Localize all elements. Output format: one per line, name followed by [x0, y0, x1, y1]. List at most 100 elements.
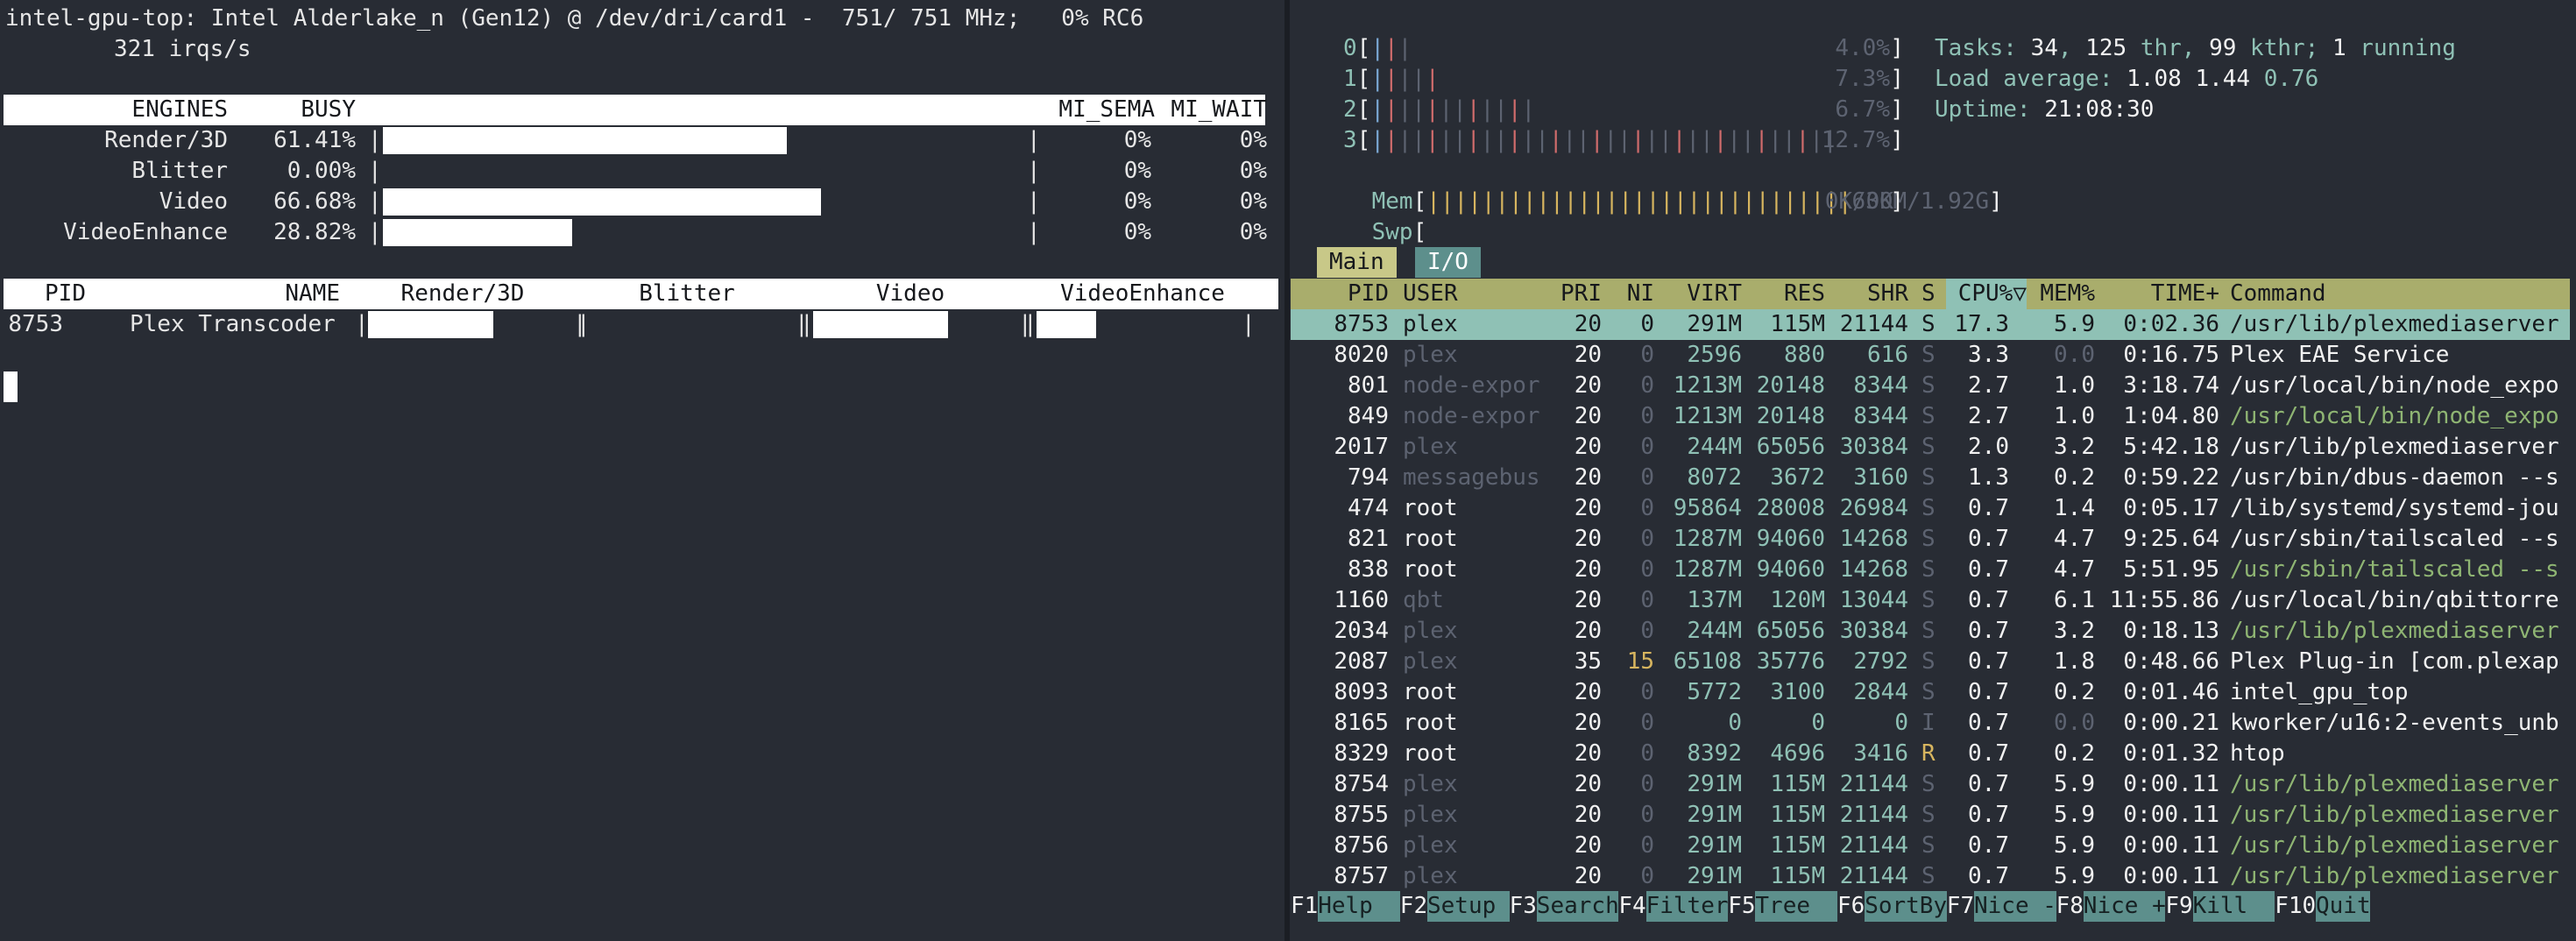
fkey-label-f2[interactable]: Setup — [1427, 891, 1510, 922]
process-state: I — [1921, 710, 1936, 736]
cpu-bar-tick: | — [1754, 127, 1769, 153]
table-row[interactable]: 8093 root 20 0 5772 3100 2844 S 0.7 0.2 0:01.46 int… — [1291, 677, 2570, 708]
process-priority: 20 — [1574, 464, 1602, 491]
engine-mi-wait: 0% — [1239, 188, 1267, 215]
column-cpu[interactable]: CPU%▽ — [1939, 279, 2027, 309]
process-res: 65056 — [1756, 434, 1825, 460]
column-state[interactable]: S — [1921, 279, 1936, 309]
fkey-label-f6[interactable]: SortBy — [1865, 891, 1947, 922]
table-row[interactable]: 8165 root 20 0 0 0 0 I 0.7 0.0 0:00.21 kworker/u16:… — [1291, 708, 2570, 739]
process-user: plex — [1403, 434, 1458, 460]
process-shr: 3160 — [1853, 464, 1908, 491]
process-res: 3100 — [1770, 679, 1825, 705]
process-command: htop — [2230, 740, 2285, 767]
load-average: Load average: 1.08 1.44 0.76 — [1935, 66, 2319, 92]
fkey-label-f4[interactable]: Filter — [1645, 891, 1729, 922]
table-row[interactable]: 8757 plex 20 0 291M 115M 21144 S 0.7 5.9 0:00.11/u… — [1291, 861, 2570, 892]
threads-count: 125 — [2085, 35, 2127, 61]
fkey-label-f9[interactable]: Kill — [2192, 891, 2275, 922]
column-mem[interactable]: MEM% — [2027, 279, 2095, 309]
table-row[interactable]: 2087 plex 35 15 65108 35776 2792 S 0.7 1.8 0:48.66… — [1291, 647, 2570, 677]
column-pid[interactable]: PID — [1291, 279, 1389, 309]
table-row[interactable]: 2034 plex 20 0 244M 65056 30384 S 0.7 3.2 0:18.13 /… — [1291, 616, 2570, 647]
column-user[interactable]: USER — [1403, 279, 1458, 309]
table-row[interactable]: 8755 plex 20 0 291M 115M 21144 S 0.7 5.9 0:00.11/u… — [1291, 800, 2570, 831]
engine-bar-close: | — [1027, 219, 1041, 245]
fkey-label-f10[interactable]: Quit — [2316, 891, 2371, 922]
process-shr: 0 — [1894, 710, 1908, 736]
cpu-bar-tick: | — [1370, 96, 1384, 123]
table-row[interactable]: 838 root 20 0 1287M 94060 14268 S 0.7 4.7 5:51.95 /… — [1291, 555, 2570, 585]
table-row[interactable]: 1160 qbt 20 0 137M 120M 13044 S 0.7 6.1 11:55.86/u… — [1291, 585, 2570, 616]
process-mem: 1.4 — [2054, 495, 2095, 521]
tab-main[interactable]: Main — [1317, 247, 1397, 278]
process-priority: 20 — [1574, 495, 1602, 521]
process-shr: 30384 — [1839, 618, 1908, 644]
column-time[interactable]: TIME+ — [2095, 279, 2219, 309]
process-virt: 291M — [1687, 832, 1742, 859]
process-cpu: 0.7 — [1968, 863, 2009, 889]
column-virt[interactable]: VIRT — [1654, 279, 1742, 309]
engines-header-mi-wait: MI_WAIT — [1171, 96, 1267, 123]
table-row[interactable]: 8754 plex 20 0 291M 115M 21144 S 0.7 5.9 0:00.11/u… — [1291, 769, 2570, 800]
fkey-label-f5[interactable]: Tree — [1755, 891, 1837, 922]
process-command: intel_gpu_top — [2230, 679, 2409, 705]
tab-io[interactable]: I/O — [1415, 247, 1481, 278]
engine-bar-open: | — [368, 219, 382, 245]
process-cpu: 0.7 — [1968, 740, 2009, 767]
table-row[interactable]: 801 node-expor 20 0 1213M 20148 8344 S 2.7 1.0 3:1… — [1291, 371, 2570, 401]
engine-mi-wait: 0% — [1239, 158, 1267, 184]
process-nice: 0 — [1640, 771, 1654, 797]
fkey-label-f1[interactable]: Help — [1318, 891, 1400, 922]
table-row-selected[interactable]: 8753 plex 20 0 291M 115M 21144 S 17.3 5.9 0:02.36 /… — [1291, 309, 2570, 340]
engines-header-busy: BUSY — [301, 96, 356, 123]
table-row[interactable]: 8756 plex 20 0 291M 115M 21144 S 0.7 5.9 0:00.11/u… — [1291, 831, 2570, 861]
pane-divider[interactable] — [1284, 0, 1290, 941]
column-ni[interactable]: NI — [1602, 279, 1654, 309]
process-command: /usr/lib/plexmediaserver — [2230, 832, 2559, 859]
client-video-bar — [813, 311, 948, 338]
fkey-label-f7[interactable]: Nice - — [1974, 891, 2056, 922]
process-pid: 8756 — [1334, 832, 1389, 859]
process-time: 0:16.75 — [2123, 342, 2219, 368]
column-pri[interactable]: PRI — [1523, 279, 1602, 309]
cpu-bar-tick: | — [1589, 127, 1604, 153]
column-shr[interactable]: SHR — [1825, 279, 1908, 309]
table-row[interactable]: 2017 plex 20 0 244M 65056 30384 S 2.0 3.2 5:42.18 /… — [1291, 432, 2570, 463]
fkey-label-f8[interactable]: Nice + — [2083, 891, 2166, 922]
table-row[interactable]: 849 node-expor 20 0 1213M 20148 8344 S 2.7 1.0 1:0… — [1291, 401, 2570, 432]
process-res: 4696 — [1770, 740, 1825, 767]
engine-busy-bar — [383, 188, 821, 216]
tasks-count: 34 — [2030, 35, 2058, 61]
clients-header-render: Render/3D — [400, 280, 525, 307]
cpu-bar-tick: | — [1425, 127, 1440, 153]
process-command: /usr/lib/plexmediaserver — [2230, 863, 2559, 889]
process-shr: 14268 — [1839, 556, 1908, 583]
cpu-bar-tick: | — [1741, 127, 1755, 153]
process-nice: 0 — [1640, 342, 1654, 368]
process-pid: 8754 — [1334, 771, 1389, 797]
process-priority: 20 — [1574, 679, 1602, 705]
swp-meter: Swp[ 0K/0K ] — [1371, 188, 1904, 245]
cpu-meter: 3[|||||||||||||||||||||||||||||||||| 12.7… — [1343, 125, 1904, 156]
process-pid: 2017 — [1334, 434, 1389, 460]
process-nice: 0 — [1640, 403, 1654, 429]
kthreads-count: 99 — [2209, 35, 2237, 61]
cpu-bar-tick: | — [1453, 127, 1467, 153]
process-command: /usr/lib/plexmediaserver — [2230, 311, 2559, 337]
column-command[interactable]: Command — [2230, 279, 2326, 309]
process-user: plex — [1403, 648, 1458, 675]
cpu-bars: |||||||||||| — [1370, 96, 1535, 123]
process-command: /usr/sbin/tailscaled --s — [2230, 526, 2559, 552]
table-row[interactable]: 794 messagebus 20 0 8072 3672 3160 S 1.3 0.2 0:59.… — [1291, 463, 2570, 493]
process-priority: 20 — [1574, 802, 1602, 828]
column-res[interactable]: RES — [1742, 279, 1825, 309]
table-row[interactable]: 8020 plex 20 0 2596 880 616 S 3.3 0.0 0:16.75 Plex … — [1291, 340, 2570, 371]
fkey-label-f3[interactable]: Search — [1536, 891, 1619, 922]
process-shr: 14268 — [1839, 526, 1908, 552]
table-row[interactable]: 474 root 20 0 95864 28008 26984 S 0.7 1.4 0:05.17 /… — [1291, 493, 2570, 524]
table-row[interactable]: 8329 root 20 0 8392 4696 3416 R 0.7 0.2 0:01.32 hto… — [1291, 739, 2570, 769]
cpu-bar-tick: | — [1659, 127, 1673, 153]
table-row[interactable]: 821 root 20 0 1287M 94060 14268 S 0.7 4.7 9:25.64 /… — [1291, 524, 2570, 555]
process-priority: 20 — [1574, 556, 1602, 583]
